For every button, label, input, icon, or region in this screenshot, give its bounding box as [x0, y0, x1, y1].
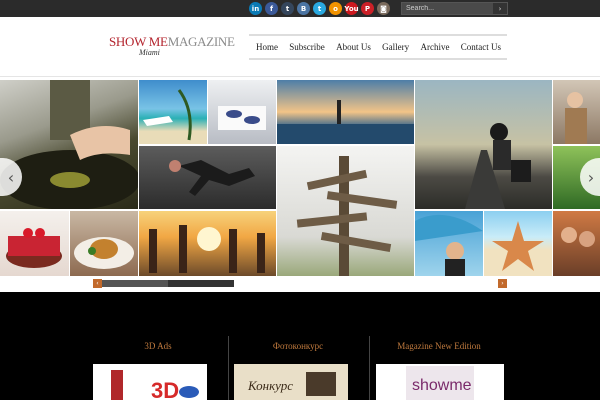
nav-about-us[interactable]: About Us: [336, 42, 371, 52]
slider-progress-fill: [102, 280, 168, 287]
photo-road-woman[interactable]: [415, 80, 552, 209]
photo-pool-sunset[interactable]: [277, 80, 414, 144]
pool-sunset-image: [277, 100, 414, 144]
slider-progress-bar[interactable]: [102, 280, 234, 287]
chevron-right-icon: ›: [587, 167, 595, 187]
tumblr-icon[interactable]: t: [281, 2, 294, 15]
column-photo-contest: Фотоконкурс: [228, 336, 368, 354]
photo-dj-turntable[interactable]: [0, 80, 138, 209]
thumb-magazine-edition[interactable]: showme: [376, 364, 504, 400]
woman-portrait-image: [565, 92, 587, 144]
photo-starfish[interactable]: [484, 211, 552, 276]
facebook-icon[interactable]: f: [265, 2, 278, 15]
beach-boat-image: [143, 89, 192, 141]
column-3d-ads: 3D Ads: [88, 336, 228, 354]
column-title-3d-ads[interactable]: 3D Ads: [144, 341, 171, 351]
photo-woman-portrait[interactable]: [553, 80, 600, 144]
nav-archive[interactable]: Archive: [420, 42, 449, 52]
instagram-icon[interactable]: ◙: [377, 2, 390, 15]
arrow-right-icon: ›: [498, 4, 502, 13]
search-box: ›: [401, 2, 508, 15]
chevron-left-icon: ‹: [96, 280, 99, 287]
photo-dancer[interactable]: [139, 146, 276, 209]
photo-couple[interactable]: [553, 211, 600, 276]
chevron-left-icon: ‹: [7, 167, 15, 187]
slider-progress-strip: ‹ ›: [0, 276, 600, 292]
couple-image: [561, 227, 595, 247]
photo-girls-beach[interactable]: [139, 211, 276, 276]
magazine-cover-image: showme: [406, 366, 474, 400]
signpost-image: [296, 156, 398, 276]
photo-cake[interactable]: [0, 211, 69, 276]
nav-gallery[interactable]: Gallery: [382, 42, 409, 52]
3d-ads-image: 3D: [111, 370, 199, 400]
nav-subscribe[interactable]: Subscribe: [289, 42, 325, 52]
photo-food-plate[interactable]: [70, 211, 138, 276]
site-header: SHOW MEMAGAZINE Miami Home Subscribe Abo…: [0, 17, 600, 77]
linkedin-icon[interactable]: in: [249, 2, 262, 15]
strip-prev-button[interactable]: ‹: [93, 279, 102, 288]
chevron-right-icon: ›: [501, 280, 504, 287]
turntable-image: [0, 80, 138, 209]
column-magazine-edition: Magazine New Edition: [369, 336, 509, 354]
vk-icon[interactable]: B: [297, 2, 310, 15]
dancer-image: [169, 160, 255, 196]
search-button[interactable]: ›: [493, 3, 507, 14]
dining-table-image: [218, 106, 266, 130]
food-plate-image: [74, 237, 134, 269]
odnoklassniki-icon[interactable]: o: [329, 2, 342, 15]
column-title-photo-contest[interactable]: Фотоконкурс: [273, 341, 323, 351]
social-links: in f t Bt o You P ◙: [249, 2, 390, 15]
photo-contest-thumb-text: Конкурс: [247, 378, 293, 393]
starfish-image: [492, 221, 544, 271]
photo-beach-boat[interactable]: [139, 80, 207, 144]
3d-ads-thumb-text: 3D: [151, 378, 179, 400]
photo-beach-umbrella[interactable]: [415, 211, 483, 276]
site-logo[interactable]: SHOW MEMAGAZINE Miami: [109, 33, 235, 57]
logo-show-me: SHOW ME: [109, 34, 168, 49]
top-bar: inftBtoYouP◙ ›: [0, 0, 600, 17]
photo-dining-table[interactable]: [208, 80, 276, 144]
main-nav: Home Subscribe About Us Gallery Archive …: [249, 34, 507, 60]
thumb-photo-contest[interactable]: Конкурс: [234, 364, 348, 400]
photo-signpost[interactable]: [277, 146, 414, 276]
twitter-icon[interactable]: t: [313, 2, 326, 15]
photo-mosaic-slider: ‹ ›: [0, 80, 600, 276]
nav-home[interactable]: Home: [256, 42, 278, 52]
beach-umbrella-image: [415, 214, 483, 276]
road-woman-image: [465, 123, 531, 209]
logo-magazine: MAGAZINE: [167, 34, 235, 49]
nav-contact-us[interactable]: Contact Us: [461, 42, 501, 52]
cake-image: [6, 228, 62, 268]
column-title-magazine-edition[interactable]: Magazine New Edition: [397, 341, 480, 351]
photo-contest-image: Конкурс: [247, 372, 336, 396]
featured-section: 3D Ads Фотоконкурс Magazine New Edition …: [0, 292, 600, 400]
pinterest-icon[interactable]: P: [361, 2, 374, 15]
youtube-icon[interactable]: You: [344, 2, 359, 15]
search-input[interactable]: [402, 3, 494, 14]
thumb-3d-ads[interactable]: 3D: [93, 364, 207, 400]
strip-next-button[interactable]: ›: [498, 279, 507, 288]
magazine-thumb-text: showme: [412, 377, 472, 394]
logo-miami: Miami: [139, 48, 160, 57]
girls-beach-image: [149, 225, 265, 273]
